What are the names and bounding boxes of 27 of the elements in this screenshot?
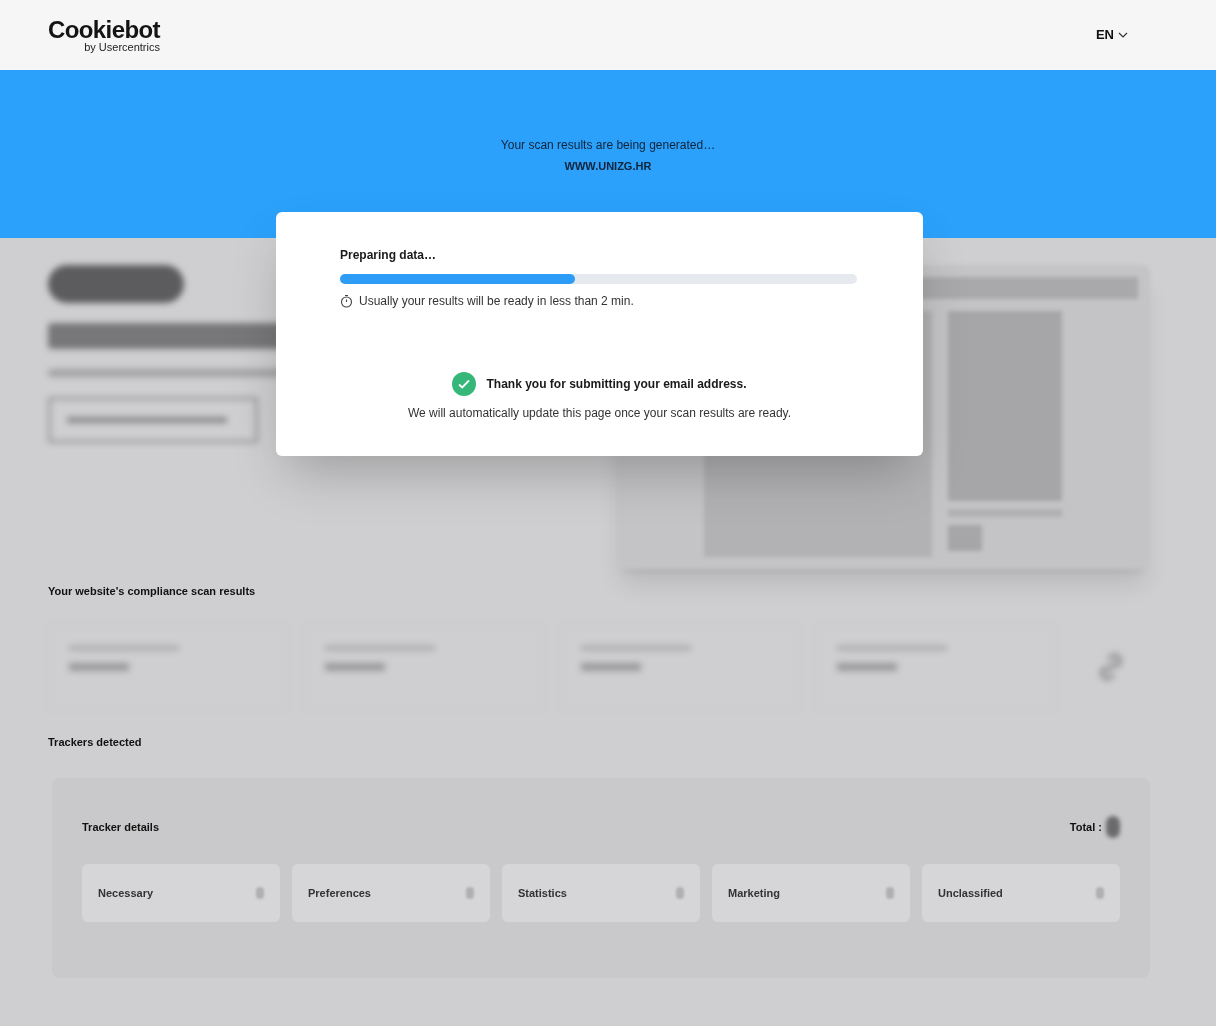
confirmation-message: Thank you for submitting your email address. <box>486 376 747 393</box>
category-label: Marketing <box>728 885 780 901</box>
wait-hint: Usually your results will be ready in less than 2 min. <box>359 293 634 310</box>
blurred-total-count <box>1106 816 1120 838</box>
blurred-count <box>256 887 264 899</box>
panel-title: Tracker details <box>82 819 160 835</box>
section-heading: Your website's compliance scan results <box>48 584 257 599</box>
total-label: Total : <box>1069 819 1102 835</box>
stopwatch-icon <box>340 294 353 308</box>
update-note: We will automatically update this page once your scan results are ready. <box>406 405 793 422</box>
category-label: Unclassified <box>938 885 1003 901</box>
dialog-title: Preparing data… <box>340 247 438 264</box>
category-label: Necessary <box>98 885 154 901</box>
category-label: Preferences <box>308 885 371 901</box>
section-heading: Trackers detected <box>48 734 143 750</box>
logo-subtitle: by Usercentrics <box>84 41 160 53</box>
check-circle-icon <box>452 372 477 396</box>
blurred-count <box>676 887 684 899</box>
logo-text: Cookiebot <box>48 17 160 42</box>
category-label: Statistics <box>518 885 567 901</box>
blurred-count <box>466 887 474 899</box>
language-selector[interactable]: EN <box>1095 25 1128 45</box>
scanned-domain: WWW.UNIZG.HR <box>564 159 652 174</box>
blurred-count <box>1096 887 1104 899</box>
chevron-down-icon <box>1118 32 1128 38</box>
banner-message: Your scan results are being generated… <box>500 137 716 154</box>
blurred-count <box>886 887 894 899</box>
